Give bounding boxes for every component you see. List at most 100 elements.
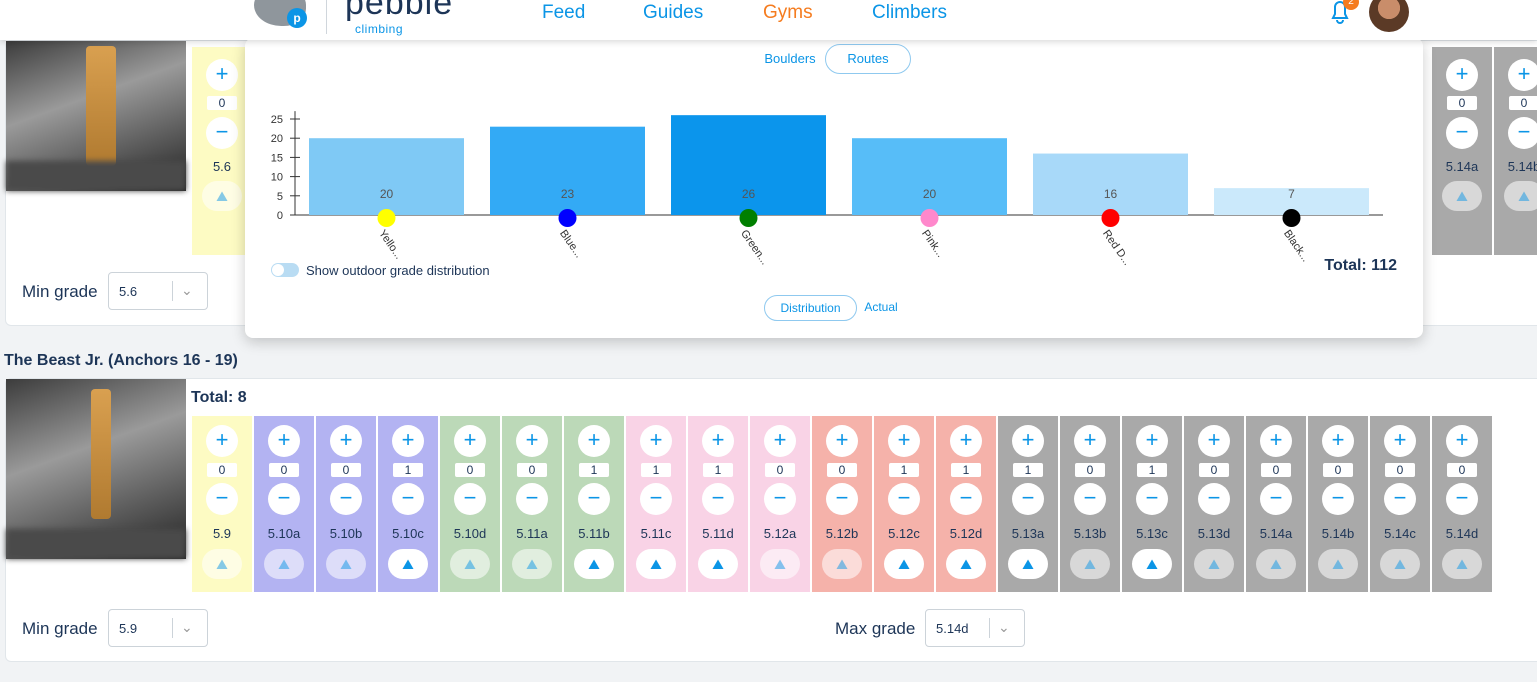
send-icon[interactable]: ⛰: [326, 549, 366, 579]
nav-climbers[interactable]: Climbers: [872, 2, 947, 24]
increment-button[interactable]: +: [1198, 425, 1230, 457]
send-icon[interactable]: ⛰: [1194, 549, 1234, 579]
decrement-button[interactable]: −: [330, 483, 362, 515]
grade-label: 5.12a: [763, 526, 797, 541]
category-label: Yello...: [376, 228, 405, 262]
decrement-button[interactable]: −: [1322, 483, 1354, 515]
increment-button[interactable]: +: [454, 425, 486, 457]
increment-button[interactable]: +: [268, 425, 300, 457]
send-icon[interactable]: ⛰: [202, 181, 242, 211]
increment-button[interactable]: +: [702, 425, 734, 457]
increment-button[interactable]: +: [1012, 425, 1044, 457]
increment-button[interactable]: +: [1446, 425, 1478, 457]
chart-bar: [309, 138, 464, 215]
send-icon[interactable]: ⛰: [1504, 181, 1537, 211]
min-grade-select[interactable]: 5.6 ⌄: [108, 272, 208, 310]
increment-button[interactable]: +: [516, 425, 548, 457]
decrement-button[interactable]: −: [764, 483, 796, 515]
decrement-button[interactable]: −: [1198, 483, 1230, 515]
route-count: 1: [579, 463, 609, 477]
category-label: Red D...: [1100, 228, 1133, 268]
send-icon[interactable]: ⛰: [884, 549, 924, 579]
route-count: 0: [517, 463, 547, 477]
increment-button[interactable]: +: [888, 425, 920, 457]
increment-button[interactable]: +: [1136, 425, 1168, 457]
decrement-button[interactable]: −: [702, 483, 734, 515]
increment-button[interactable]: +: [330, 425, 362, 457]
send-icon[interactable]: ⛰: [1442, 181, 1482, 211]
increment-button[interactable]: +: [764, 425, 796, 457]
send-icon[interactable]: ⛰: [1256, 549, 1296, 579]
send-icon[interactable]: ⛰: [1132, 549, 1172, 579]
logo-wordmark[interactable]: pebble: [345, 0, 453, 20]
grade-label: 5.14a: [1445, 159, 1479, 174]
decrement-button[interactable]: −: [578, 483, 610, 515]
logo-divider: [326, 0, 327, 34]
decrement-button[interactable]: −: [392, 483, 424, 515]
outdoor-distribution-toggle[interactable]: [271, 263, 299, 277]
send-icon[interactable]: ⛰: [822, 549, 862, 579]
increment-button[interactable]: +: [1260, 425, 1292, 457]
min-grade-select[interactable]: 5.9 ⌄: [108, 609, 208, 647]
nav-guides[interactable]: Guides: [643, 2, 703, 24]
nav-feed[interactable]: Feed: [542, 2, 585, 24]
increment-button[interactable]: +: [392, 425, 424, 457]
tab-actual[interactable]: Actual: [859, 295, 903, 321]
nav-gyms[interactable]: Gyms: [763, 2, 813, 24]
increment-button[interactable]: +: [640, 425, 672, 457]
min-grade-label: Min grade: [22, 282, 98, 301]
decrement-button[interactable]: −: [1012, 483, 1044, 515]
send-icon[interactable]: ⛰: [1008, 549, 1048, 579]
send-icon[interactable]: ⛰: [636, 549, 676, 579]
decrement-button[interactable]: −: [826, 483, 858, 515]
decrement-button[interactable]: −: [454, 483, 486, 515]
send-icon[interactable]: ⛰: [1442, 549, 1482, 579]
send-icon[interactable]: ⛰: [698, 549, 738, 579]
increment-button[interactable]: +: [1322, 425, 1354, 457]
bar-value-label: 23: [561, 187, 575, 201]
send-icon[interactable]: ⛰: [574, 549, 614, 579]
send-icon[interactable]: ⛰: [512, 549, 552, 579]
route-count: 0: [765, 463, 795, 477]
increment-button[interactable]: +: [1384, 425, 1416, 457]
route-count: 1: [1137, 463, 1167, 477]
decrement-button[interactable]: −: [950, 483, 982, 515]
grade-column: +0 − 5.10a ⛰: [254, 416, 314, 592]
send-icon[interactable]: ⛰: [264, 549, 304, 579]
decrement-button[interactable]: −: [1446, 483, 1478, 515]
send-icon[interactable]: ⛰: [450, 549, 490, 579]
increment-button[interactable]: +: [578, 425, 610, 457]
decrement-button[interactable]: −: [268, 483, 300, 515]
increment-button[interactable]: +: [1446, 59, 1478, 91]
tab-distribution[interactable]: Distribution: [764, 295, 857, 321]
increment-button[interactable]: +: [206, 425, 238, 457]
wall-card-2: +0 − 5.9 ⛰ +0 − 5.10a ⛰ +0 − 5.10b ⛰ +1 − 5.10c ⛰ +0 − 5.1…: [5, 378, 1537, 662]
decrement-button[interactable]: −: [888, 483, 920, 515]
send-icon[interactable]: ⛰: [946, 549, 986, 579]
send-icon[interactable]: ⛰: [202, 549, 242, 579]
decrement-button[interactable]: −: [1260, 483, 1292, 515]
decrement-button[interactable]: −: [206, 117, 238, 149]
increment-button[interactable]: +: [1074, 425, 1106, 457]
toggle-label: Show outdoor grade distribution: [306, 263, 490, 278]
decrement-button[interactable]: −: [1136, 483, 1168, 515]
send-icon[interactable]: ⛰: [388, 549, 428, 579]
decrement-button[interactable]: −: [516, 483, 548, 515]
send-icon[interactable]: ⛰: [760, 549, 800, 579]
wall-photo-2: [6, 379, 186, 559]
decrement-button[interactable]: −: [1508, 117, 1537, 149]
decrement-button[interactable]: −: [640, 483, 672, 515]
send-icon[interactable]: ⛰: [1380, 549, 1420, 579]
increment-button[interactable]: +: [1508, 59, 1537, 91]
send-icon[interactable]: ⛰: [1070, 549, 1110, 579]
max-grade-select[interactable]: 5.14d ⌄: [925, 609, 1025, 647]
increment-button[interactable]: +: [950, 425, 982, 457]
avatar[interactable]: [1369, 0, 1409, 32]
decrement-button[interactable]: −: [1446, 117, 1478, 149]
send-icon[interactable]: ⛰: [1318, 549, 1358, 579]
decrement-button[interactable]: −: [1384, 483, 1416, 515]
increment-button[interactable]: +: [826, 425, 858, 457]
increment-button[interactable]: +: [206, 59, 238, 91]
decrement-button[interactable]: −: [206, 483, 238, 515]
decrement-button[interactable]: −: [1074, 483, 1106, 515]
